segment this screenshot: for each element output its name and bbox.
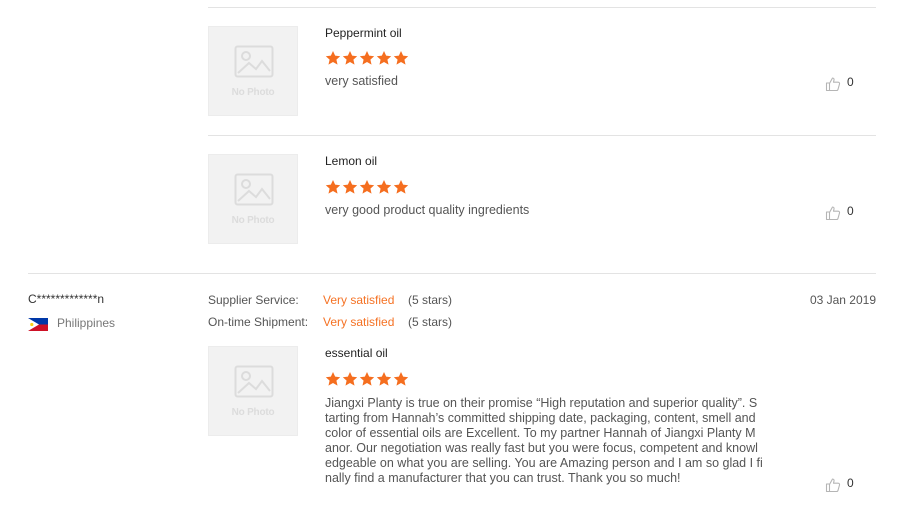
star-icon [359,180,375,194]
divider [28,273,876,274]
helpful-count: 0 [847,476,854,490]
no-photo-label: No Photo [231,407,275,418]
star-icon [393,180,409,194]
star-icon [342,180,358,194]
reviewer-country: Philippines [57,316,116,330]
review-text-line: nally find a manufacturer that you can t… [325,471,681,485]
product-thumbnail[interactable]: No Photo [208,346,298,436]
helpful-count: 0 [847,204,854,218]
product-thumbnail[interactable]: No Photo [208,154,298,244]
no-photo-icon [234,173,274,206]
no-photo-icon [234,45,274,78]
product-name[interactable]: Lemon oil [325,154,377,168]
thumbs-up-icon [825,478,841,493]
star-icon [325,372,341,386]
star-icon [359,51,375,65]
no-photo-label: No Photo [231,215,275,226]
review-text-line: Jiangxi Planty is true on their promise … [325,396,758,410]
star-icon [376,180,392,194]
star-icon [376,51,392,65]
star-rating [325,50,409,66]
philippines-flag-icon [28,318,48,331]
shipment-stars: (5 stars) [408,315,453,329]
review-text-line: tarting from Hannah’s committed shipping… [325,411,756,425]
supplier-service-value: Very satisfied [323,293,395,307]
no-photo-label: No Photo [231,87,275,98]
star-icon [376,372,392,386]
star-icon [359,372,375,386]
product-name[interactable]: Peppermint oil [325,26,402,40]
review-date: 03 Jan 2019 [809,293,876,307]
supplier-service-stars: (5 stars) [408,293,453,307]
star-icon [342,372,358,386]
review-text-line: anor. Our negotiation was really fast bu… [325,441,758,455]
star-icon [393,372,409,386]
review-text-line: color of essential oils are Excellent. T… [325,426,756,440]
helpful-button[interactable]: 0 [825,75,865,94]
shipment-label: On-time Shipment: [208,315,309,329]
star-rating [325,371,409,387]
star-icon [342,51,358,65]
star-icon [325,51,341,65]
review-text: very satisfied [325,74,398,88]
product-thumbnail[interactable]: No Photo [208,26,298,116]
divider [208,135,876,136]
star-icon [393,51,409,65]
star-icon [325,180,341,194]
supplier-service-label: Supplier Service: [208,293,299,307]
thumbs-up-icon [825,77,841,92]
review-text: very good product quality ingredients [325,203,530,217]
star-rating [325,179,409,195]
helpful-button[interactable]: 0 [825,204,865,223]
reviewer-name: C*************n [28,292,105,306]
no-photo-icon [234,365,274,398]
helpful-count: 0 [847,75,854,89]
product-name[interactable]: essential oil [325,346,388,360]
review-text-line: edgeable on what you are selling. You ar… [325,456,763,470]
thumbs-up-icon [825,206,841,221]
shipment-value: Very satisfied [323,315,395,329]
divider [208,7,876,8]
review-text: Jiangxi Planty is true on their promise … [325,396,775,486]
helpful-button[interactable]: 0 [825,476,865,495]
